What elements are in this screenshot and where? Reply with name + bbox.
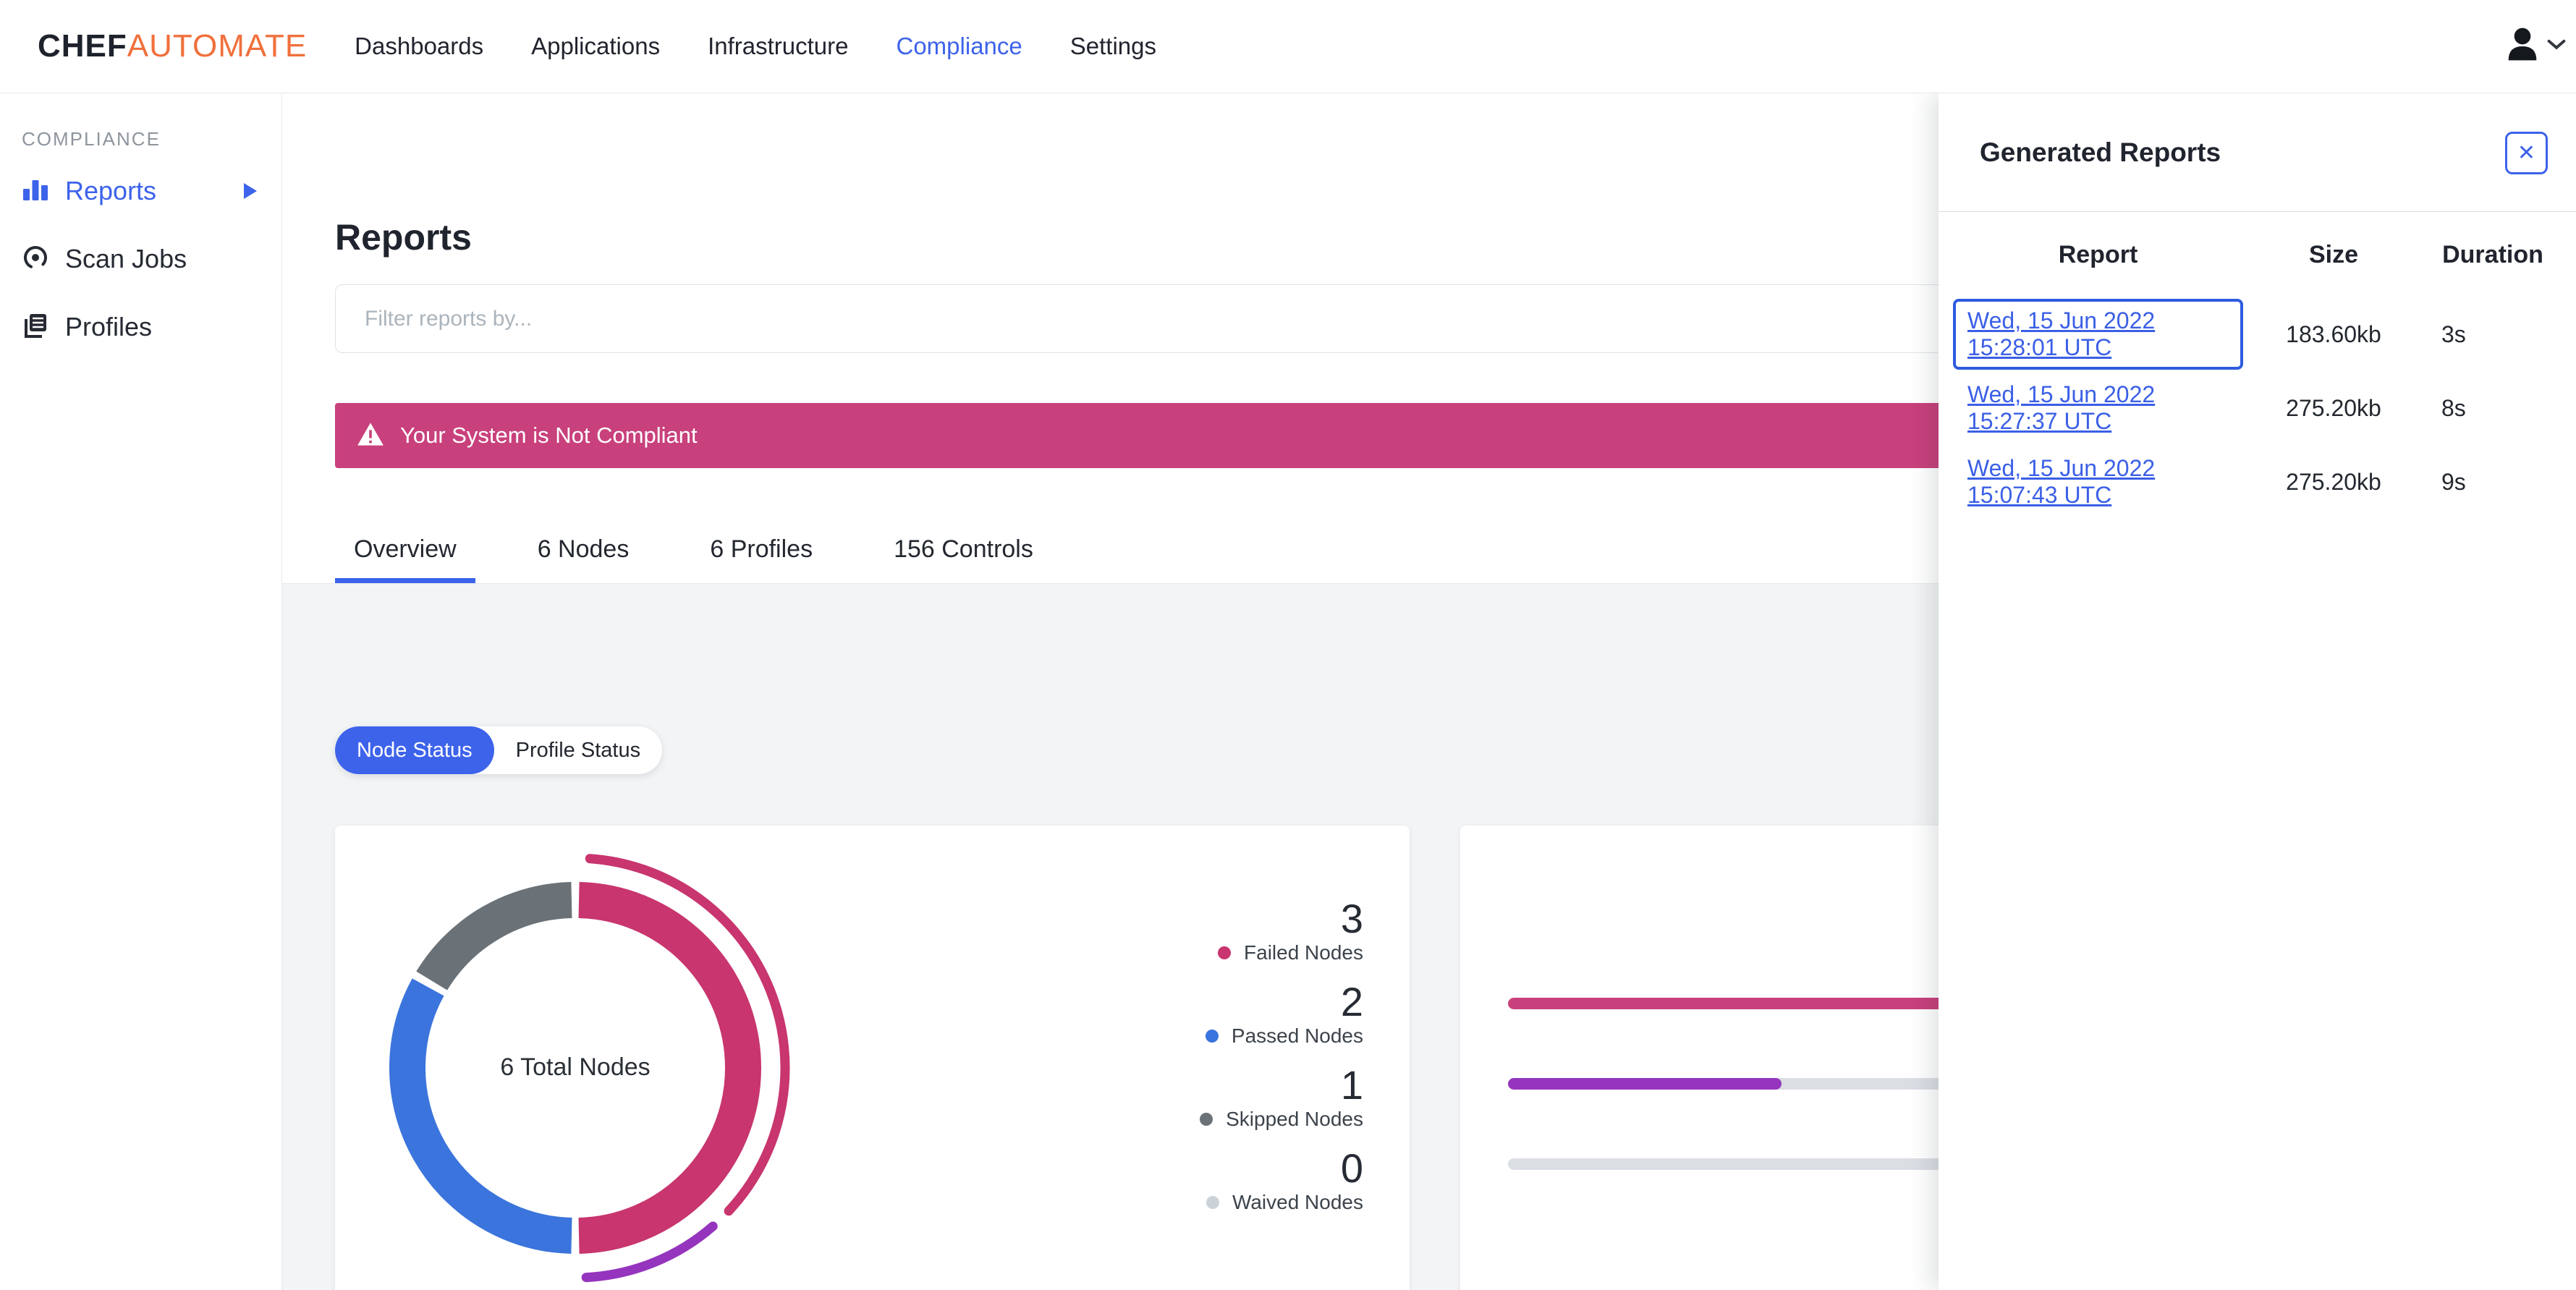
legend-label: Passed Nodes: [1231, 1024, 1363, 1047]
tab-overview[interactable]: Overview: [335, 521, 475, 583]
table-row: Wed, 15 Jun 2022 15:07:43 UTC 275.20kb 9…: [1953, 445, 2562, 519]
report-size: 275.20kb: [2286, 394, 2381, 421]
report-duration: 3s: [2441, 321, 2466, 347]
legend-value: 0: [1340, 1145, 1363, 1191]
table-header-row: Report Size Duration: [1953, 212, 2562, 297]
sidebar-item-profiles[interactable]: Profiles: [0, 300, 281, 355]
chef-automate-logo[interactable]: CHEFAUTOMATE: [38, 28, 307, 64]
legend-value: 2: [1340, 979, 1363, 1024]
sidebar-item-label: Scan Jobs: [65, 244, 187, 273]
column-header-duration: Duration: [2442, 240, 2543, 268]
report-size: 183.60kb: [2286, 321, 2381, 347]
node-status-donut[interactable]: 6 Total Nodes: [358, 851, 792, 1285]
nav-item-settings[interactable]: Settings: [1070, 33, 1156, 60]
logo-chef: CHEF: [38, 28, 127, 64]
nav-item-infrastructure[interactable]: Infrastructure: [708, 33, 848, 60]
tab-nodes[interactable]: 6 Nodes: [519, 521, 648, 583]
column-header-report: Report: [2058, 240, 2138, 268]
legend-value: 3: [1340, 896, 1363, 941]
report-tabs: Overview 6 Nodes 6 Profiles 156 Controls: [335, 521, 1052, 583]
status-toggle: Node Status Profile Status: [335, 726, 663, 774]
severity-bar-fill: [1508, 1078, 1782, 1090]
compliance-sidebar: COMPLIANCE Reports Scan Jobs Profiles: [0, 93, 282, 1290]
report-link[interactable]: Wed, 15 Jun 2022 15:27:37 UTC: [1967, 381, 2155, 434]
alert-text: Your System is Not Compliant: [400, 423, 698, 448]
logo-automate: AUTOMATE: [127, 28, 308, 64]
table-row: Wed, 15 Jun 2022 15:27:37 UTC 275.20kb 8…: [1953, 371, 2562, 445]
legend-dot: [1205, 1030, 1219, 1043]
generated-reports-panel: Generated Reports ✕ Report Size Duration…: [1939, 93, 2576, 1290]
legend-dot: [1200, 1113, 1213, 1126]
legend-dot: [1206, 1196, 1219, 1209]
node-status-card: 6 Total Nodes 3 Failed Nodes 2 Passed No…: [335, 826, 1410, 1290]
legend-entry-waived[interactable]: 0 Waived Nodes: [1206, 1147, 1363, 1214]
toggle-profile-status[interactable]: Profile Status: [494, 726, 662, 774]
legend-label: Waived Nodes: [1232, 1191, 1363, 1213]
submenu-arrow-icon[interactable]: [244, 183, 257, 199]
legend-entry-failed[interactable]: 3 Failed Nodes: [1218, 898, 1363, 964]
donut-legend: 3 Failed Nodes 2 Passed Nodes 1 Skipped …: [1200, 898, 1363, 1231]
donut-center-label: 6 Total Nodes: [500, 1053, 651, 1081]
legend-label: Skipped Nodes: [1226, 1108, 1363, 1130]
report-duration: 8s: [2441, 394, 2466, 421]
report-duration: 9s: [2441, 468, 2466, 495]
user-menu[interactable]: [2505, 0, 2566, 93]
toggle-node-status[interactable]: Node Status: [335, 726, 494, 774]
sidebar-section-label: COMPLIANCE: [22, 128, 161, 150]
user-profile-icon[interactable]: [2505, 23, 2540, 70]
column-header-size: Size: [2308, 240, 2359, 268]
scanner-icon: [22, 244, 49, 275]
legend-value: 1: [1340, 1062, 1363, 1108]
nav-item-applications[interactable]: Applications: [531, 33, 660, 60]
nav-item-compliance[interactable]: Compliance: [897, 33, 1022, 60]
sidebar-item-scan-jobs[interactable]: Scan Jobs: [0, 232, 281, 287]
profiles-book-icon: [22, 312, 49, 343]
report-link[interactable]: Wed, 15 Jun 2022 15:07:43 UTC: [1967, 455, 2155, 508]
panel-header: Generated Reports ✕: [1939, 93, 2576, 212]
nav-item-dashboards[interactable]: Dashboards: [355, 33, 483, 60]
sidebar-item-label: Profiles: [65, 312, 153, 341]
main-nav: Dashboards Applications Infrastructure C…: [355, 33, 1156, 60]
page-title: Reports: [335, 217, 472, 258]
warning-triangle-icon: [357, 422, 384, 450]
sidebar-item-label: Reports: [65, 176, 157, 205]
table-row: Wed, 15 Jun 2022 15:28:01 UTC 183.60kb 3…: [1953, 297, 2562, 371]
legend-entry-skipped[interactable]: 1 Skipped Nodes: [1200, 1064, 1363, 1131]
report-size: 275.20kb: [2286, 468, 2381, 495]
legend-dot: [1218, 946, 1232, 959]
chevron-down-icon[interactable]: [2547, 39, 2566, 54]
close-icon[interactable]: ✕: [2505, 132, 2548, 174]
bar-chart-icon: [22, 176, 49, 207]
report-link[interactable]: Wed, 15 Jun 2022 15:28:01 UTC: [1967, 307, 2155, 360]
top-navbar: CHEFAUTOMATE Dashboards Applications Inf…: [0, 0, 2576, 93]
legend-label: Failed Nodes: [1244, 941, 1363, 964]
tab-controls[interactable]: 156 Controls: [875, 521, 1052, 583]
sidebar-item-reports[interactable]: Reports: [0, 164, 281, 218]
panel-title: Generated Reports: [1980, 137, 2221, 167]
legend-entry-passed[interactable]: 2 Passed Nodes: [1205, 979, 1363, 1048]
selected-report-focus-ring: Wed, 15 Jun 2022 15:28:01 UTC: [1953, 299, 2243, 370]
generated-reports-table: Report Size Duration Wed, 15 Jun 2022 15…: [1939, 212, 2576, 519]
tab-profiles[interactable]: 6 Profiles: [691, 521, 831, 583]
